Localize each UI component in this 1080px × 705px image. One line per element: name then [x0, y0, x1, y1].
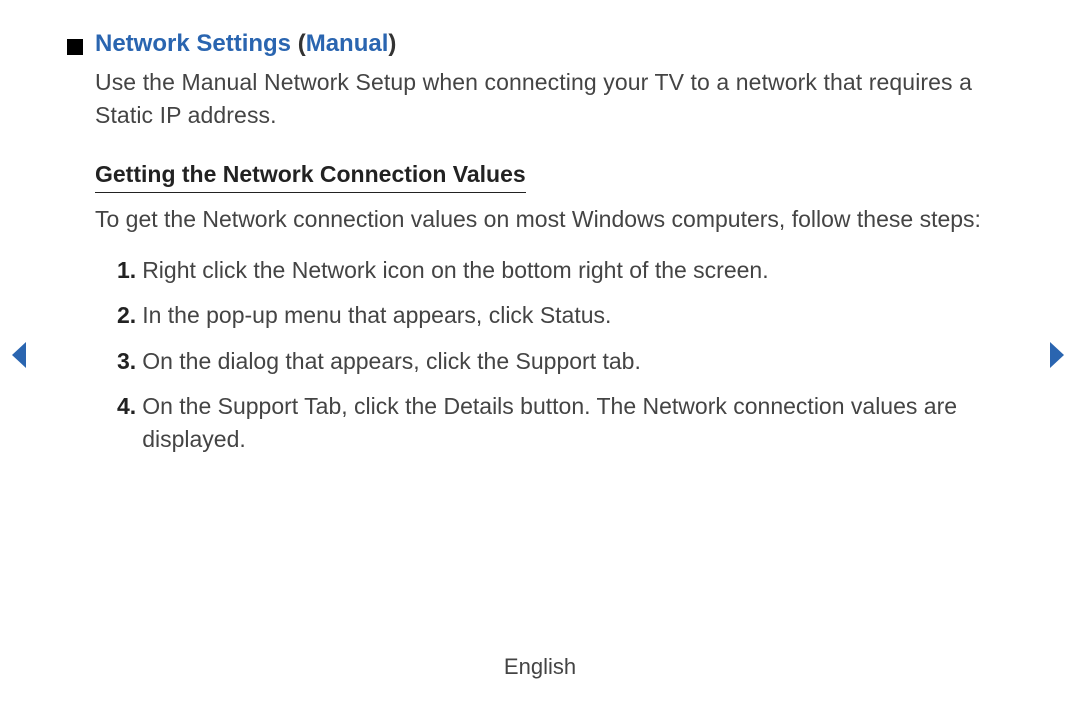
heading-paren-close: )	[388, 30, 396, 57]
list-item: 1. Right click the Network icon on the b…	[117, 254, 1000, 287]
subheading: Getting the Network Connection Values	[95, 161, 526, 193]
intro-paragraph: Use the Manual Network Setup when connec…	[95, 66, 1000, 133]
heading-paren-open: (	[291, 30, 306, 57]
heading-paren-inner: Manual	[306, 30, 389, 57]
step-text: On the dialog that appears, click the Su…	[142, 345, 1000, 378]
step-text: In the pop-up menu that appears, click S…	[142, 299, 1000, 332]
list-item: 3. On the dialog that appears, click the…	[117, 345, 1000, 378]
heading-text: Network Settings (Manual)	[95, 30, 396, 58]
subsection: Getting the Network Connection Values To…	[95, 161, 1000, 457]
step-number: 3.	[117, 345, 136, 378]
step-text: Right click the Network icon on the bott…	[142, 254, 1000, 287]
chevron-left-icon	[10, 340, 30, 370]
step-number: 2.	[117, 299, 136, 332]
list-item: 2. In the pop-up menu that appears, clic…	[117, 299, 1000, 332]
steps-list: 1. Right click the Network icon on the b…	[95, 254, 1000, 457]
next-page-button[interactable]	[1046, 340, 1066, 370]
footer-language: English	[0, 654, 1080, 680]
sub-intro-paragraph: To get the Network connection values on …	[95, 203, 1000, 236]
heading-main: Network Settings	[95, 30, 291, 57]
step-number: 4.	[117, 390, 136, 457]
square-bullet-icon	[67, 39, 83, 55]
chevron-right-icon	[1046, 340, 1066, 370]
section-heading: Network Settings (Manual)	[67, 30, 1000, 58]
list-item: 4. On the Support Tab, click the Details…	[117, 390, 1000, 457]
step-number: 1.	[117, 254, 136, 287]
step-text: On the Support Tab, click the Details bu…	[142, 390, 1000, 457]
page-content: Network Settings (Manual) Use the Manual…	[50, 30, 1030, 457]
prev-page-button[interactable]	[10, 340, 30, 370]
